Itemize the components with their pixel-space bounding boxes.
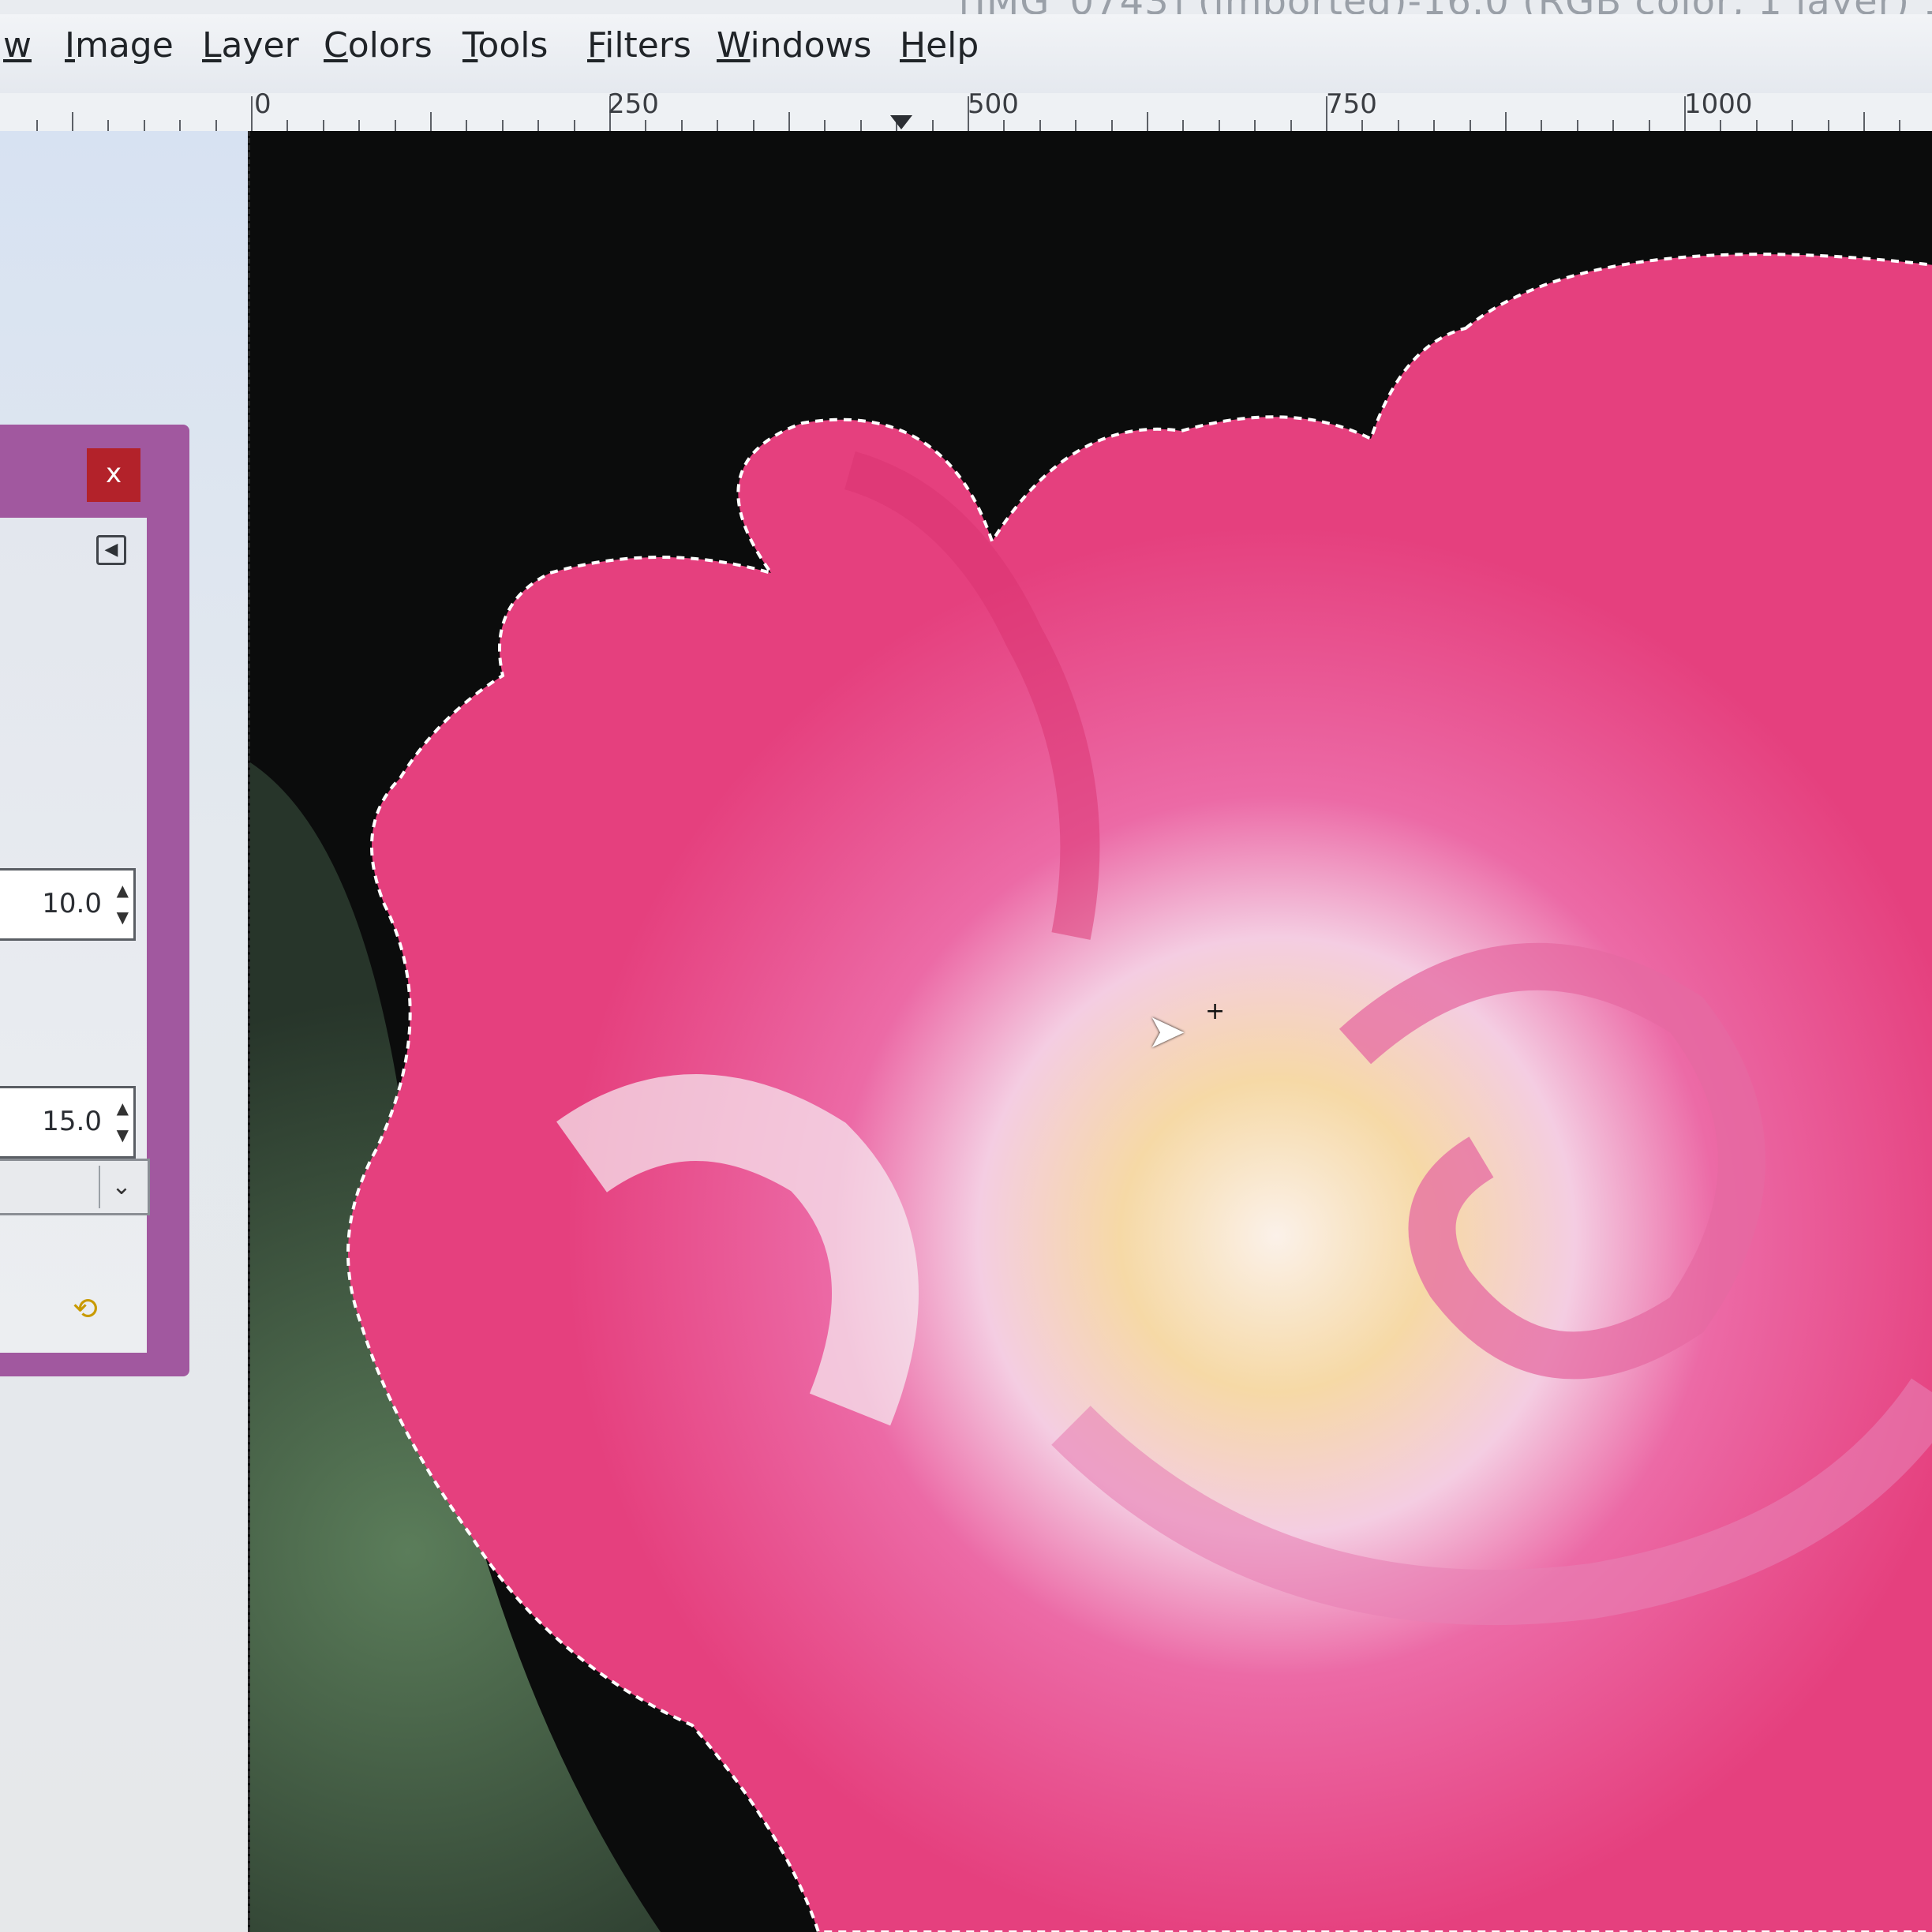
value-spinner-2[interactable]: 15.0 ▲ ▼: [0, 1086, 136, 1159]
ruler-label-500: 500: [968, 88, 1019, 120]
ruler-label-0: 0: [254, 88, 271, 120]
ruler-tick: [251, 96, 253, 131]
ruler-tick: [1827, 120, 1829, 131]
horizontal-ruler[interactable]: 0 250 500 750 1000: [0, 88, 1932, 133]
ruler-tick: [645, 120, 647, 131]
ruler-tick: [1147, 112, 1148, 131]
ruler-tick: [1075, 120, 1077, 131]
ruler-label-750: 750: [1326, 88, 1377, 120]
ruler-tick: [1397, 120, 1399, 131]
value-spinner-2-text: 15.0: [42, 1106, 102, 1137]
ruler-tick: [394, 120, 396, 131]
menu-tools[interactable]: Tools: [459, 25, 551, 66]
ruler-label-1000: 1000: [1684, 88, 1753, 120]
value-spinner-1-text: 10.0: [42, 888, 102, 919]
value-spinner-1[interactable]: 10.0 ▲ ▼: [0, 868, 136, 941]
mode-dropdown[interactable]: ⌄: [0, 1159, 150, 1215]
ruler-tick: [931, 120, 934, 131]
menu-view[interactable]: w: [0, 25, 35, 66]
ruler-tick: [859, 120, 862, 131]
ruler-tick: [1361, 120, 1364, 131]
ruler-tick: [1576, 120, 1578, 131]
ruler-tick: [1433, 120, 1436, 131]
tab-menu-icon[interactable]: ◀: [96, 535, 126, 565]
ruler-tick: [501, 120, 504, 131]
ruler-tick: [1110, 120, 1113, 131]
ruler-tick: [1290, 120, 1292, 131]
ruler-tick: [179, 120, 182, 131]
ruler-tick: [1182, 120, 1185, 131]
ruler-tick: [824, 120, 826, 131]
ruler-tick: [1254, 120, 1256, 131]
chevron-down-icon[interactable]: ⌄: [99, 1166, 143, 1208]
ruler-tick: [286, 120, 289, 131]
ruler-label-250: 250: [608, 88, 659, 120]
ruler-tick: [752, 120, 754, 131]
ruler-tick: [1469, 120, 1471, 131]
menu-help[interactable]: Help: [897, 25, 982, 66]
ruler-tick: [1899, 120, 1901, 131]
pointer-position-marker: [890, 115, 912, 129]
ruler-tick: [717, 120, 719, 131]
rose-image: [250, 131, 1932, 1932]
ruler-tick: [143, 120, 145, 131]
ruler-tick: [430, 112, 432, 131]
ruler-tick: [1863, 112, 1865, 131]
reset-icon[interactable]: ⟲: [73, 1291, 98, 1326]
ruler-tick: [1218, 120, 1220, 131]
ruler-tick: [1612, 120, 1615, 131]
ruler-tick: [1505, 112, 1507, 131]
spin-arrows-icon[interactable]: ▲ ▼: [117, 1095, 129, 1148]
ruler-tick: [1541, 120, 1543, 131]
ruler-tick: [322, 120, 324, 131]
ruler-tick: [107, 120, 110, 131]
menu-image[interactable]: Image: [62, 25, 177, 66]
spin-arrows-icon[interactable]: ▲ ▼: [117, 877, 129, 930]
crosshair-icon: +: [1205, 998, 1226, 1025]
tool-options-panel: ◀ 10.0 ▲ ▼ 15.0 ▲ ▼ ⌄ ⟲: [0, 518, 150, 1353]
ruler-tick: [215, 120, 217, 131]
ruler-tick: [466, 120, 468, 131]
ruler-tick: [358, 120, 361, 131]
ruler-tick: [1755, 120, 1758, 131]
ruler-tick: [36, 120, 38, 131]
ruler-tick: [1039, 120, 1041, 131]
menu-colors[interactable]: Colors: [320, 25, 436, 66]
image-canvas[interactable]: ➤ +: [248, 131, 1932, 1932]
ruler-tick: [537, 120, 540, 131]
ruler-tick: [788, 112, 790, 131]
ruler-tick: [1003, 120, 1005, 131]
ruler-tick: [680, 120, 683, 131]
ruler-tick: [1792, 120, 1794, 131]
menu-layer[interactable]: Layer: [199, 25, 302, 66]
ruler-tick: [1648, 120, 1650, 131]
ruler-tick: [1720, 120, 1722, 131]
menu-bar: w Image Layer Colors Tools Filters Windo…: [0, 14, 1932, 98]
ruler-tick: [573, 120, 575, 131]
mouse-pointer-icon: ➤: [1147, 1004, 1187, 1059]
left-dock: x ◀ 10.0 ▲ ▼ 15.0 ▲ ▼ ⌄ ⟲: [0, 131, 251, 1932]
tool-options-dialog: x ◀ 10.0 ▲ ▼ 15.0 ▲ ▼ ⌄ ⟲: [0, 425, 189, 1376]
menu-filters[interactable]: Filters: [584, 25, 695, 66]
ruler-tick: [72, 112, 73, 131]
close-button[interactable]: x: [87, 448, 140, 502]
menu-windows[interactable]: Windows: [713, 25, 874, 66]
